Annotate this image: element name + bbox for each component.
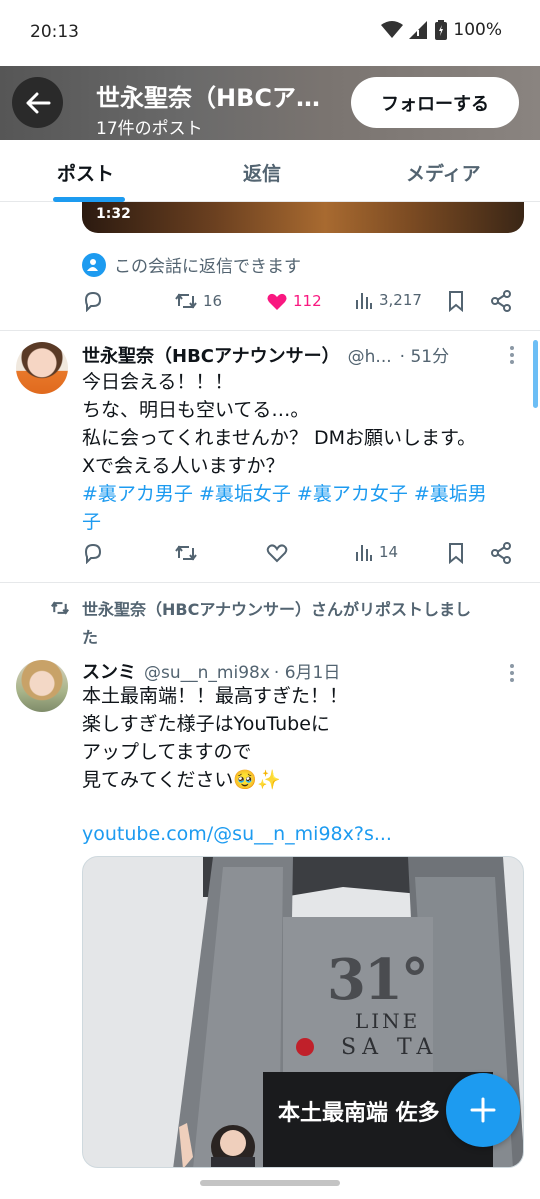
- compose-button[interactable]: [446, 1073, 520, 1147]
- bookmark-button[interactable]: [446, 542, 466, 564]
- repost-notice[interactable]: 世永聖奈（HBCアナウンサー）さんがリポストしまし た: [50, 596, 530, 652]
- post-count: 17件のポスト: [96, 119, 203, 139]
- views-button[interactable]: 14: [354, 542, 398, 562]
- reply-button[interactable]: [82, 542, 104, 564]
- status-time: 20:13: [30, 22, 79, 42]
- avatar[interactable]: [16, 342, 68, 394]
- battery-icon: [435, 20, 448, 40]
- scrollbar[interactable]: [533, 340, 538, 408]
- view-count: 3,217: [379, 291, 422, 309]
- reply-restriction-note: この会話に返信できます: [82, 252, 301, 277]
- author-name[interactable]: スンミ: [82, 658, 136, 684]
- plus-icon: [470, 1097, 496, 1123]
- post-line: 楽しすぎた様子はYouTubeに: [82, 713, 330, 735]
- post-text: 本土最南端！！最高すぎた！！ 楽しすぎた様子はYouTubeに アップしてますの…: [82, 682, 348, 794]
- arrow-left-icon: [26, 92, 50, 113]
- system-nav-bar: [0, 1168, 540, 1199]
- post-line: ちな、明日も空いてる…。: [82, 399, 310, 421]
- more-options-icon[interactable]: [510, 664, 516, 685]
- author-name[interactable]: 世永聖奈（HBCアナウンサー）: [82, 342, 340, 368]
- repost-button[interactable]: 16: [174, 290, 222, 312]
- sign-number: 31°: [327, 947, 429, 1013]
- tab-replies[interactable]: 返信: [243, 159, 281, 186]
- heart-filled-icon: [267, 293, 287, 310]
- post-line: 私に会ってくれませんか？ DMお願いします。: [82, 427, 477, 449]
- share-button[interactable]: [490, 290, 512, 312]
- post-link-wrap: youtube.com/@su__n_mi98x?s...: [82, 820, 392, 848]
- more-options-icon[interactable]: [510, 346, 516, 367]
- person-check-icon: [82, 252, 106, 277]
- youtube-link[interactable]: youtube.com/@su__n_mi98x?s...: [82, 823, 392, 845]
- post-line: アップしてますので: [82, 741, 252, 763]
- post-header: スンミ @su__n_mi98x · 6月1日: [82, 658, 340, 684]
- repost-notice-line: た: [82, 628, 99, 647]
- reply-icon: [84, 291, 102, 312]
- reply-note-text: この会話に返信できます: [114, 257, 301, 277]
- post-line: Xで会える人いますか？: [82, 455, 285, 477]
- share-button[interactable]: [490, 542, 512, 564]
- back-button[interactable]: [12, 77, 63, 128]
- repost-count: 16: [203, 292, 223, 310]
- like-button[interactable]: 112: [266, 290, 322, 312]
- post-line: 今日会える！！！: [82, 371, 234, 393]
- views-button[interactable]: 3,217: [354, 290, 422, 310]
- bookmark-button[interactable]: [446, 290, 466, 312]
- reply-icon: [84, 543, 102, 564]
- bookmark-icon: [449, 543, 463, 564]
- like-count: 112: [293, 292, 322, 310]
- battery-level: 100%: [453, 20, 502, 40]
- post-time[interactable]: · 51分: [400, 342, 449, 367]
- sign-place: SA TA: [341, 1035, 439, 1060]
- profile-title: 世永聖奈（HBCア…: [96, 84, 320, 112]
- post-divider: [0, 582, 540, 583]
- status-icons: 100%: [381, 20, 502, 40]
- heart-icon: [266, 544, 288, 563]
- sign-line: LINE: [355, 1009, 421, 1033]
- tab-posts[interactable]: ポスト: [57, 159, 114, 186]
- post-line: 本土最南端！！最高すぎた！！: [82, 685, 349, 707]
- share-icon: [491, 542, 511, 564]
- repost-icon: [175, 293, 197, 309]
- post-header: 世永聖奈（HBCアナウンサー） @h... · 51分: [82, 342, 449, 368]
- share-icon: [491, 290, 511, 312]
- status-bar: 20:13 100%: [0, 0, 540, 66]
- post-time[interactable]: · 6月1日: [274, 658, 340, 683]
- author-handle[interactable]: @h...: [348, 347, 392, 367]
- avatar[interactable]: [16, 660, 68, 712]
- repost-button[interactable]: [174, 542, 198, 564]
- post-actions: 14: [82, 542, 522, 568]
- post-divider: [0, 330, 540, 331]
- views-icon: [356, 293, 372, 309]
- repost-notice-text: 世永聖奈（HBCアナウンサー）さんがリポストしまし た: [50, 596, 530, 652]
- post-line: 見てみてください🥹✨: [82, 769, 281, 791]
- author-handle[interactable]: @su__n_mi98x: [144, 663, 270, 683]
- home-gesture-pill[interactable]: [200, 1180, 340, 1186]
- bookmark-icon: [449, 291, 463, 312]
- signal-icon: [409, 21, 428, 39]
- video-duration: 1:32: [96, 206, 131, 222]
- tab-media[interactable]: メディア: [406, 159, 481, 186]
- video-thumbnail[interactable]: 1:32: [82, 202, 524, 233]
- hashtags[interactable]: #裏アカ男子 #裏垢女子 #裏アカ女子 #裏垢男: [82, 480, 487, 508]
- views-icon: [356, 545, 372, 561]
- follow-button[interactable]: フォローする: [351, 77, 519, 128]
- repost-icon: [175, 545, 197, 561]
- view-count: 14: [379, 543, 399, 561]
- wifi-icon: [381, 21, 404, 38]
- post-actions: 16 112 3,217: [82, 290, 522, 316]
- reply-button[interactable]: [82, 290, 104, 312]
- post-text: 今日会える！！！ ちな、明日も空いてる…。 私に会ってくれませんか？ DMお願い…: [82, 368, 487, 536]
- repost-icon: [51, 601, 69, 615]
- profile-header: 世永聖奈（HBCア… 17件のポスト フォローする: [0, 66, 540, 140]
- repost-notice-line: 世永聖奈（HBCアナウンサー）さんがリポストしまし: [82, 600, 472, 619]
- hashtags[interactable]: 子: [82, 508, 487, 536]
- sign-banner: 本土最南端 佐多: [278, 1100, 440, 1126]
- like-button[interactable]: [266, 542, 288, 564]
- profile-tabs: ポスト 返信 メディア: [0, 140, 540, 202]
